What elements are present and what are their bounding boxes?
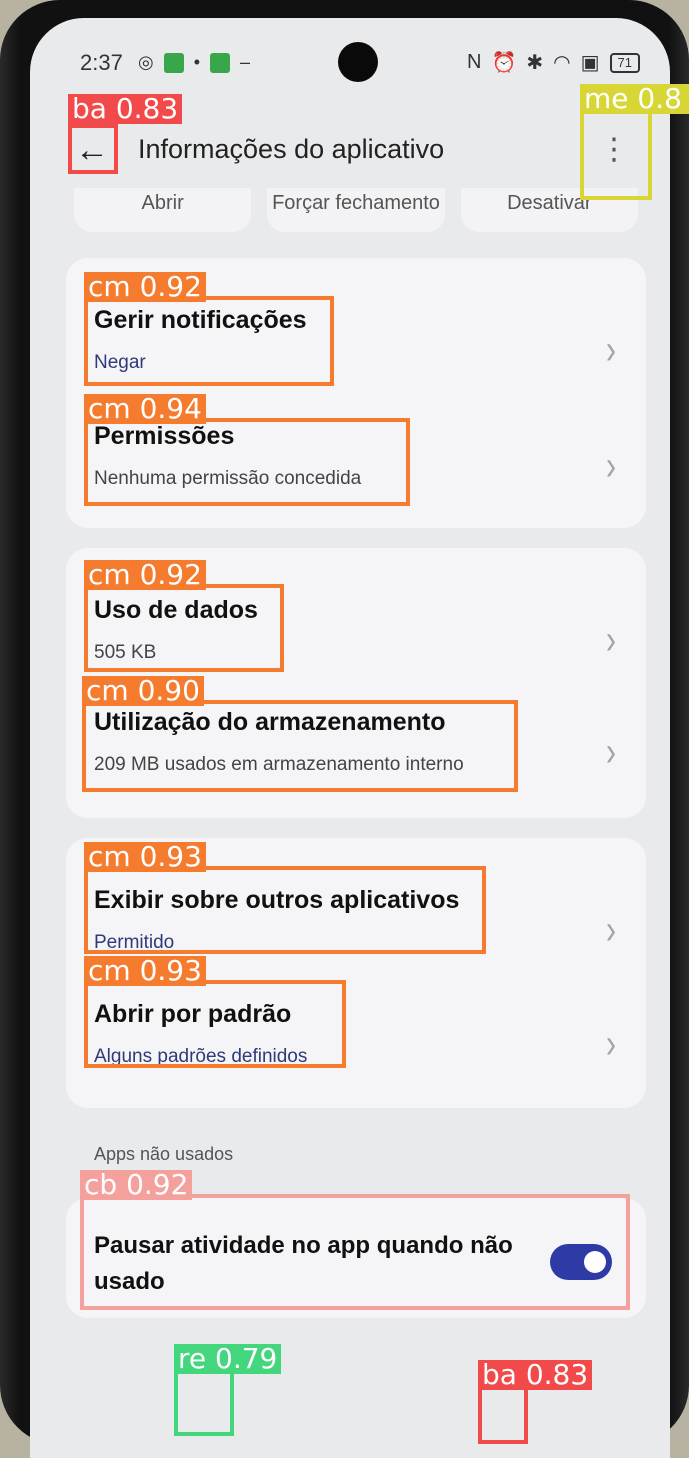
app-notification-icon-2 <box>210 52 231 73</box>
section-label-unused-apps: Apps não usados <box>94 1144 234 1164</box>
detection-label: cm 0.92 <box>84 560 206 590</box>
dash-icon: – <box>240 52 251 72</box>
chevron-right-icon: › <box>606 327 616 374</box>
front-camera <box>338 42 378 82</box>
detection-label: cm 0.93 <box>84 956 206 986</box>
chevron-right-icon: › <box>606 617 616 664</box>
sim-icon: ▣ <box>580 52 600 74</box>
item-subtitle: Alguns padrões definidos <box>94 1046 308 1067</box>
item-subtitle: Permitido <box>94 932 175 953</box>
item-title: Gerir notificações <box>94 306 307 334</box>
more-options-button[interactable]: ⋮ <box>592 128 636 172</box>
nfc-icon: N <box>467 51 482 73</box>
chevron-right-icon: › <box>606 907 616 954</box>
force-stop-button[interactable]: Forçar fechamento <box>267 188 445 232</box>
item-title: Uso de dados <box>94 596 258 624</box>
app-bar: ← Informações do aplicativo ⋮ <box>30 118 670 188</box>
page-title: Informações do aplicativo <box>138 134 445 164</box>
bluetooth-icon: ✱ <box>526 52 544 74</box>
detection-label: me 0.8 <box>580 84 689 114</box>
item-subtitle: Nenhuma permissão concedida <box>94 468 362 489</box>
disable-button[interactable]: Desativar <box>460 188 638 232</box>
item-title: Permissões <box>94 422 235 450</box>
navigation-bar <box>30 1388 670 1458</box>
detection-label: re 0.79 <box>174 1344 282 1374</box>
detection-label: ba 0.83 <box>68 94 183 124</box>
pause-activity-row[interactable]: Pausar atividade no app quando não usado <box>66 1198 646 1318</box>
pause-activity-toggle[interactable] <box>550 1244 612 1280</box>
system-icons: N ⏰ ✱ ◠ ▣ 71 <box>467 50 640 75</box>
app-notification-icon <box>163 52 184 73</box>
status-time: 2:37 <box>80 50 123 75</box>
open-button[interactable]: Abrir <box>74 188 252 232</box>
detection-label: cb 0.92 <box>80 1170 193 1200</box>
vpn-icon: ◎ <box>138 52 154 72</box>
pause-activity-label: Pausar atividade no app quando não usado <box>94 1232 513 1295</box>
screen: 2:37 ◎ • – N ⏰ ✱ ◠ ▣ 71 ← Informações do… <box>30 18 670 1458</box>
detection-label: cm 0.92 <box>84 272 206 302</box>
detection-label: cm 0.90 <box>82 676 204 706</box>
item-subtitle: 209 MB usados em armazenamento interno <box>94 754 464 775</box>
chevron-right-icon: › <box>606 1021 616 1068</box>
action-buttons: Abrir Forçar fechamento Desativar <box>66 188 646 232</box>
notification-icons: ◎ • – <box>138 52 250 73</box>
back-button[interactable]: ← <box>70 128 114 172</box>
android-icon: • <box>193 52 201 72</box>
alarm-icon: ⏰ <box>491 52 517 74</box>
toggle-knob <box>584 1251 606 1273</box>
item-title: Abrir por padrão <box>94 1000 292 1028</box>
wifi-icon: ◠ <box>553 52 571 74</box>
item-subtitle: 505 KB <box>94 642 157 663</box>
list-item-open-by-default[interactable]: Abrir por padrão Alguns padrões definido… <box>66 972 646 1088</box>
more-vert-icon: ⋮ <box>599 133 629 166</box>
item-subtitle: Negar <box>94 352 146 373</box>
phone-frame: 2:37 ◎ • – N ⏰ ✱ ◠ ▣ 71 ← Informações do… <box>0 0 689 1458</box>
arrow-left-icon: ← <box>75 131 109 169</box>
detection-label: cm 0.93 <box>84 842 206 872</box>
detection-label: ba 0.83 <box>478 1360 593 1390</box>
detection-label: cm 0.94 <box>84 394 206 424</box>
item-title: Exibir sobre outros aplicativos <box>94 886 460 914</box>
chevron-right-icon: › <box>606 443 616 490</box>
battery-icon: 71 <box>609 52 640 73</box>
chevron-right-icon: › <box>606 729 616 776</box>
item-title: Utilização do armazenamento <box>94 708 446 736</box>
